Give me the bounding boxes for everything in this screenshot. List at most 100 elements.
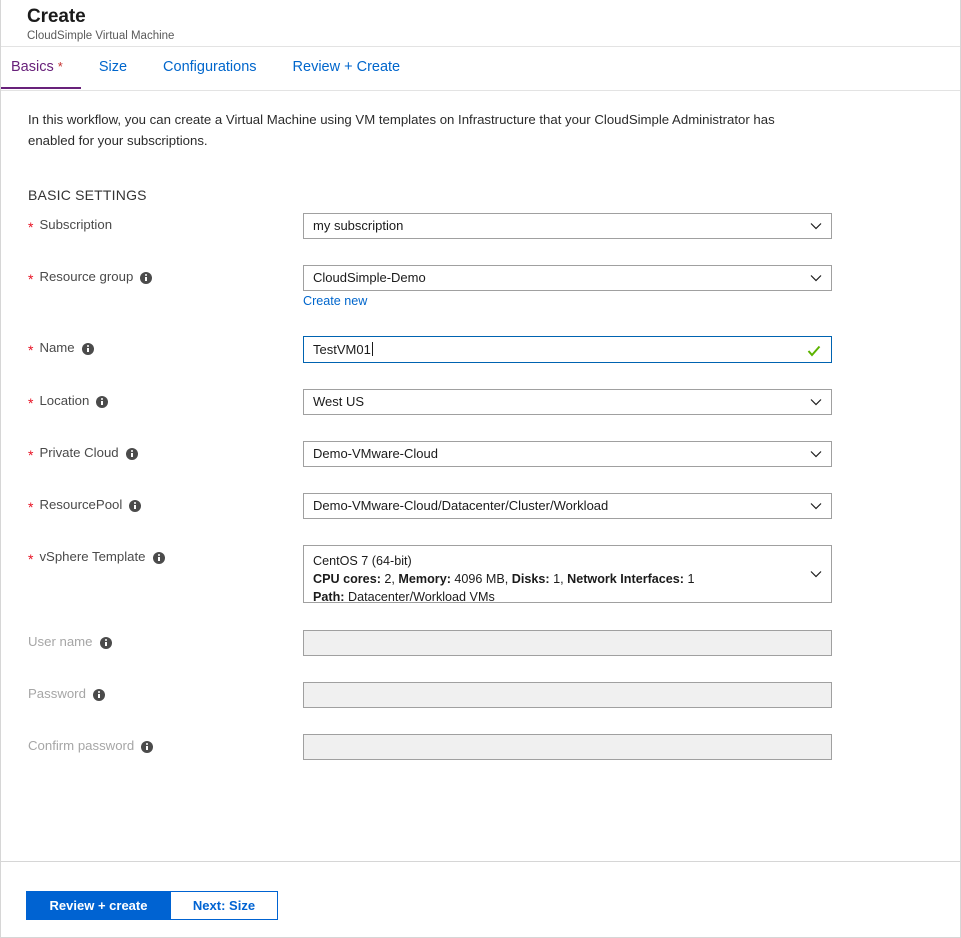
vsphere-template-dropdown[interactable]: CentOS 7 (64-bit) CPU cores: 2, Memory: … <box>303 545 832 603</box>
valid-check-icon <box>807 341 821 357</box>
template-path: Path: Datacenter/Workload VMs <box>313 588 801 603</box>
template-memory-value: 4096 MB, <box>454 572 509 586</box>
info-icon[interactable] <box>96 395 109 408</box>
template-cpu-key: CPU cores: <box>313 572 381 586</box>
row-location: * Location West US <box>1 389 960 441</box>
label-password-text: Password <box>28 686 86 701</box>
page-subtitle: CloudSimple Virtual Machine <box>27 30 175 42</box>
row-name: * Name TestVM01 <box>1 336 960 389</box>
info-icon[interactable] <box>99 636 112 649</box>
field-wrap-vsphere-template: CentOS 7 (64-bit) CPU cores: 2, Memory: … <box>303 545 832 603</box>
required-asterisk: * <box>28 550 34 567</box>
label-resource-group-text: Resource group <box>39 269 134 284</box>
tab-configurations[interactable]: Configurations <box>145 47 275 89</box>
next-size-button[interactable]: Next: Size <box>171 891 278 920</box>
row-vsphere-template: * vSphere Template CentOS 7 (64-bit) CPU… <box>1 545 960 630</box>
field-wrap-confirm-password <box>303 734 832 760</box>
template-disks-key: Disks: <box>511 572 550 586</box>
info-icon[interactable] <box>141 740 154 753</box>
intro-text: In this workflow, you can create a Virtu… <box>28 112 775 148</box>
blade-header: Create CloudSimple Virtual Machine <box>1 0 960 47</box>
required-asterisk: * <box>28 498 34 515</box>
name-value: TestVM01 <box>313 342 371 357</box>
label-resource-pool-text: ResourcePool <box>39 497 123 512</box>
name-input[interactable]: TestVM01 <box>303 336 832 363</box>
label-user-name-text: User name <box>28 634 93 649</box>
required-asterisk: * <box>28 446 34 463</box>
info-icon[interactable] <box>129 499 142 512</box>
template-disks-value: 1, <box>553 572 564 586</box>
create-vm-blade: Create CloudSimple Virtual Machine Basic… <box>0 0 961 938</box>
label-resource-pool: * ResourcePool <box>1 493 303 515</box>
row-user-name: User name <box>1 630 960 682</box>
label-name-text: Name <box>39 340 75 355</box>
chevron-down-icon <box>810 442 822 466</box>
basics-form: * Subscription my subscription * Resourc… <box>1 213 960 786</box>
review-create-button[interactable]: Review + create <box>26 891 171 920</box>
resource-group-value: CloudSimple-Demo <box>313 270 426 285</box>
blade-content: In this workflow, you can create a Virtu… <box>1 91 960 786</box>
field-wrap-password <box>303 682 832 708</box>
info-icon[interactable] <box>81 342 94 355</box>
template-memory-key: Memory: <box>398 572 451 586</box>
tab-basics[interactable]: Basics * <box>1 47 81 89</box>
info-icon[interactable] <box>92 688 105 701</box>
field-wrap-resource-group: CloudSimple-Demo Create new <box>303 265 832 310</box>
label-subscription-text: Subscription <box>39 217 113 232</box>
label-location: * Location <box>1 389 303 411</box>
required-asterisk: * <box>28 394 34 411</box>
label-resource-group: * Resource group <box>1 265 303 287</box>
template-nic-key: Network Interfaces: <box>567 572 685 586</box>
template-nic-value: 1 <box>687 572 695 586</box>
label-vsphere-template: * vSphere Template <box>1 545 303 567</box>
label-confirm-password: Confirm password <box>1 734 303 753</box>
chevron-down-icon <box>810 546 822 602</box>
blade-footer: Review + create Next: Size <box>1 861 960 937</box>
label-vsphere-template-text: vSphere Template <box>39 549 146 564</box>
info-icon[interactable] <box>152 551 165 564</box>
section-title-basic-settings: BASIC SETTINGS <box>28 187 147 203</box>
location-value: West US <box>313 394 365 409</box>
page-title: Create <box>27 6 86 27</box>
field-wrap-private-cloud: Demo-VMware-Cloud <box>303 441 832 467</box>
footer-button-group: Review + create Next: Size <box>26 891 278 920</box>
label-private-cloud: * Private Cloud <box>1 441 303 463</box>
subscription-dropdown[interactable]: my subscription <box>303 213 832 239</box>
label-location-text: Location <box>39 393 90 408</box>
field-wrap-location: West US <box>303 389 832 415</box>
required-asterisk: * <box>28 270 34 287</box>
row-confirm-password: Confirm password <box>1 734 960 786</box>
field-wrap-subscription: my subscription <box>303 213 832 239</box>
info-icon[interactable] <box>140 271 153 284</box>
confirm-password-input <box>303 734 832 760</box>
password-input <box>303 682 832 708</box>
info-icon[interactable] <box>125 447 138 460</box>
create-new-resource-group-link[interactable]: Create new <box>303 294 367 308</box>
resource-pool-dropdown[interactable]: Demo-VMware-Cloud/Datacenter/Cluster/Wor… <box>303 493 832 519</box>
row-private-cloud: * Private Cloud Demo-VMware-Cloud <box>1 441 960 493</box>
subscription-value: my subscription <box>313 218 404 233</box>
resource-pool-value: Demo-VMware-Cloud/Datacenter/Cluster/Wor… <box>313 498 609 513</box>
resource-group-dropdown[interactable]: CloudSimple-Demo <box>303 265 832 291</box>
tab-review-create[interactable]: Review + Create <box>275 47 419 89</box>
field-wrap-resource-pool: Demo-VMware-Cloud/Datacenter/Cluster/Wor… <box>303 493 832 519</box>
chevron-down-icon <box>810 266 822 290</box>
field-wrap-user-name <box>303 630 832 656</box>
field-wrap-name: TestVM01 <box>303 336 832 363</box>
location-dropdown[interactable]: West US <box>303 389 832 415</box>
row-subscription: * Subscription my subscription <box>1 213 960 265</box>
tab-size[interactable]: Size <box>81 47 145 89</box>
chevron-down-icon <box>810 390 822 414</box>
wizard-tabs: Basics * Size Configurations Review + Cr… <box>1 47 960 91</box>
chevron-down-icon <box>810 494 822 518</box>
private-cloud-dropdown[interactable]: Demo-VMware-Cloud <box>303 441 832 467</box>
private-cloud-value: Demo-VMware-Cloud <box>313 446 438 461</box>
tab-basics-label: Basics <box>11 59 54 75</box>
label-subscription: * Subscription <box>1 213 303 234</box>
label-password: Password <box>1 682 303 701</box>
template-path-value: Datacenter/Workload VMs <box>347 590 495 603</box>
row-resource-pool: * ResourcePool Demo-VMware-Cloud/Datacen… <box>1 493 960 545</box>
template-os-name: CentOS 7 (64-bit) <box>313 554 412 568</box>
required-asterisk: * <box>28 341 34 358</box>
tab-basics-required-marker: * <box>57 59 63 74</box>
